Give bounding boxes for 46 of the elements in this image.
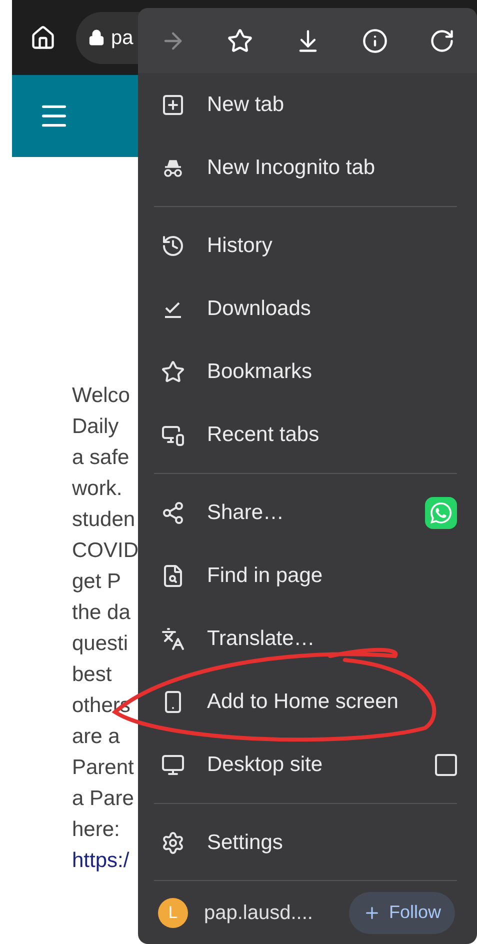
page-text-line: work. — [72, 476, 122, 502]
menu-item[interactable]: Desktop site — [138, 733, 477, 796]
url-text: pa — [111, 26, 134, 50]
page-text-line: a Pare — [72, 786, 134, 812]
info-icon[interactable] — [362, 28, 388, 54]
follow-button[interactable]: Follow — [348, 892, 455, 934]
menu-item[interactable]: Translate… — [138, 607, 477, 670]
page-text-line: Welco — [72, 383, 130, 409]
page-text-line: best — [72, 662, 112, 688]
menu-item[interactable]: New Incognito tab — [138, 136, 477, 199]
page-text-line: a safe — [72, 445, 130, 471]
page-text-line: Parent — [72, 755, 134, 781]
history-icon — [161, 234, 185, 258]
page-text-line: questi — [72, 631, 128, 657]
page-text-line: get P — [72, 569, 122, 595]
settings-icon — [161, 830, 185, 854]
menu-item[interactable]: Add to Home screen — [138, 670, 477, 733]
menu-item[interactable]: Downloads — [138, 277, 477, 340]
menu-item[interactable]: Settings — [138, 811, 477, 874]
monitor-icon — [161, 752, 185, 776]
home-icon[interactable] — [30, 24, 56, 50]
menu-item[interactable]: History — [138, 214, 477, 277]
messaging-app-icon[interactable] — [425, 496, 457, 528]
avatar: L — [158, 898, 188, 928]
site-name: pap.lausd.... — [204, 900, 314, 926]
page-link[interactable]: https:/ — [72, 845, 130, 876]
menu-item[interactable]: Find in page — [138, 544, 477, 607]
menu-item[interactable]: Share… — [138, 481, 477, 544]
menu-item[interactable]: Recent tabs — [138, 403, 477, 466]
star-icon[interactable] — [227, 28, 254, 54]
page-text-line: Daily — [72, 414, 119, 440]
reload-icon[interactable] — [429, 28, 455, 54]
menu-item[interactable]: New tab — [138, 73, 477, 136]
lock-icon — [88, 29, 105, 46]
star-icon — [161, 360, 185, 384]
page-text-line: COVID — [72, 538, 139, 564]
plus-square-icon — [161, 92, 185, 116]
menu-item[interactable]: Bookmarks — [138, 340, 477, 403]
find-page-icon — [161, 564, 185, 588]
translate-icon — [161, 626, 185, 650]
page-text-line: are a — [72, 724, 120, 750]
page-text-line: studen — [72, 507, 136, 533]
page-text-line: the da — [72, 600, 130, 626]
checkbox[interactable] — [435, 754, 457, 776]
page-text-line: here: — [72, 817, 120, 843]
share-icon — [161, 500, 185, 524]
